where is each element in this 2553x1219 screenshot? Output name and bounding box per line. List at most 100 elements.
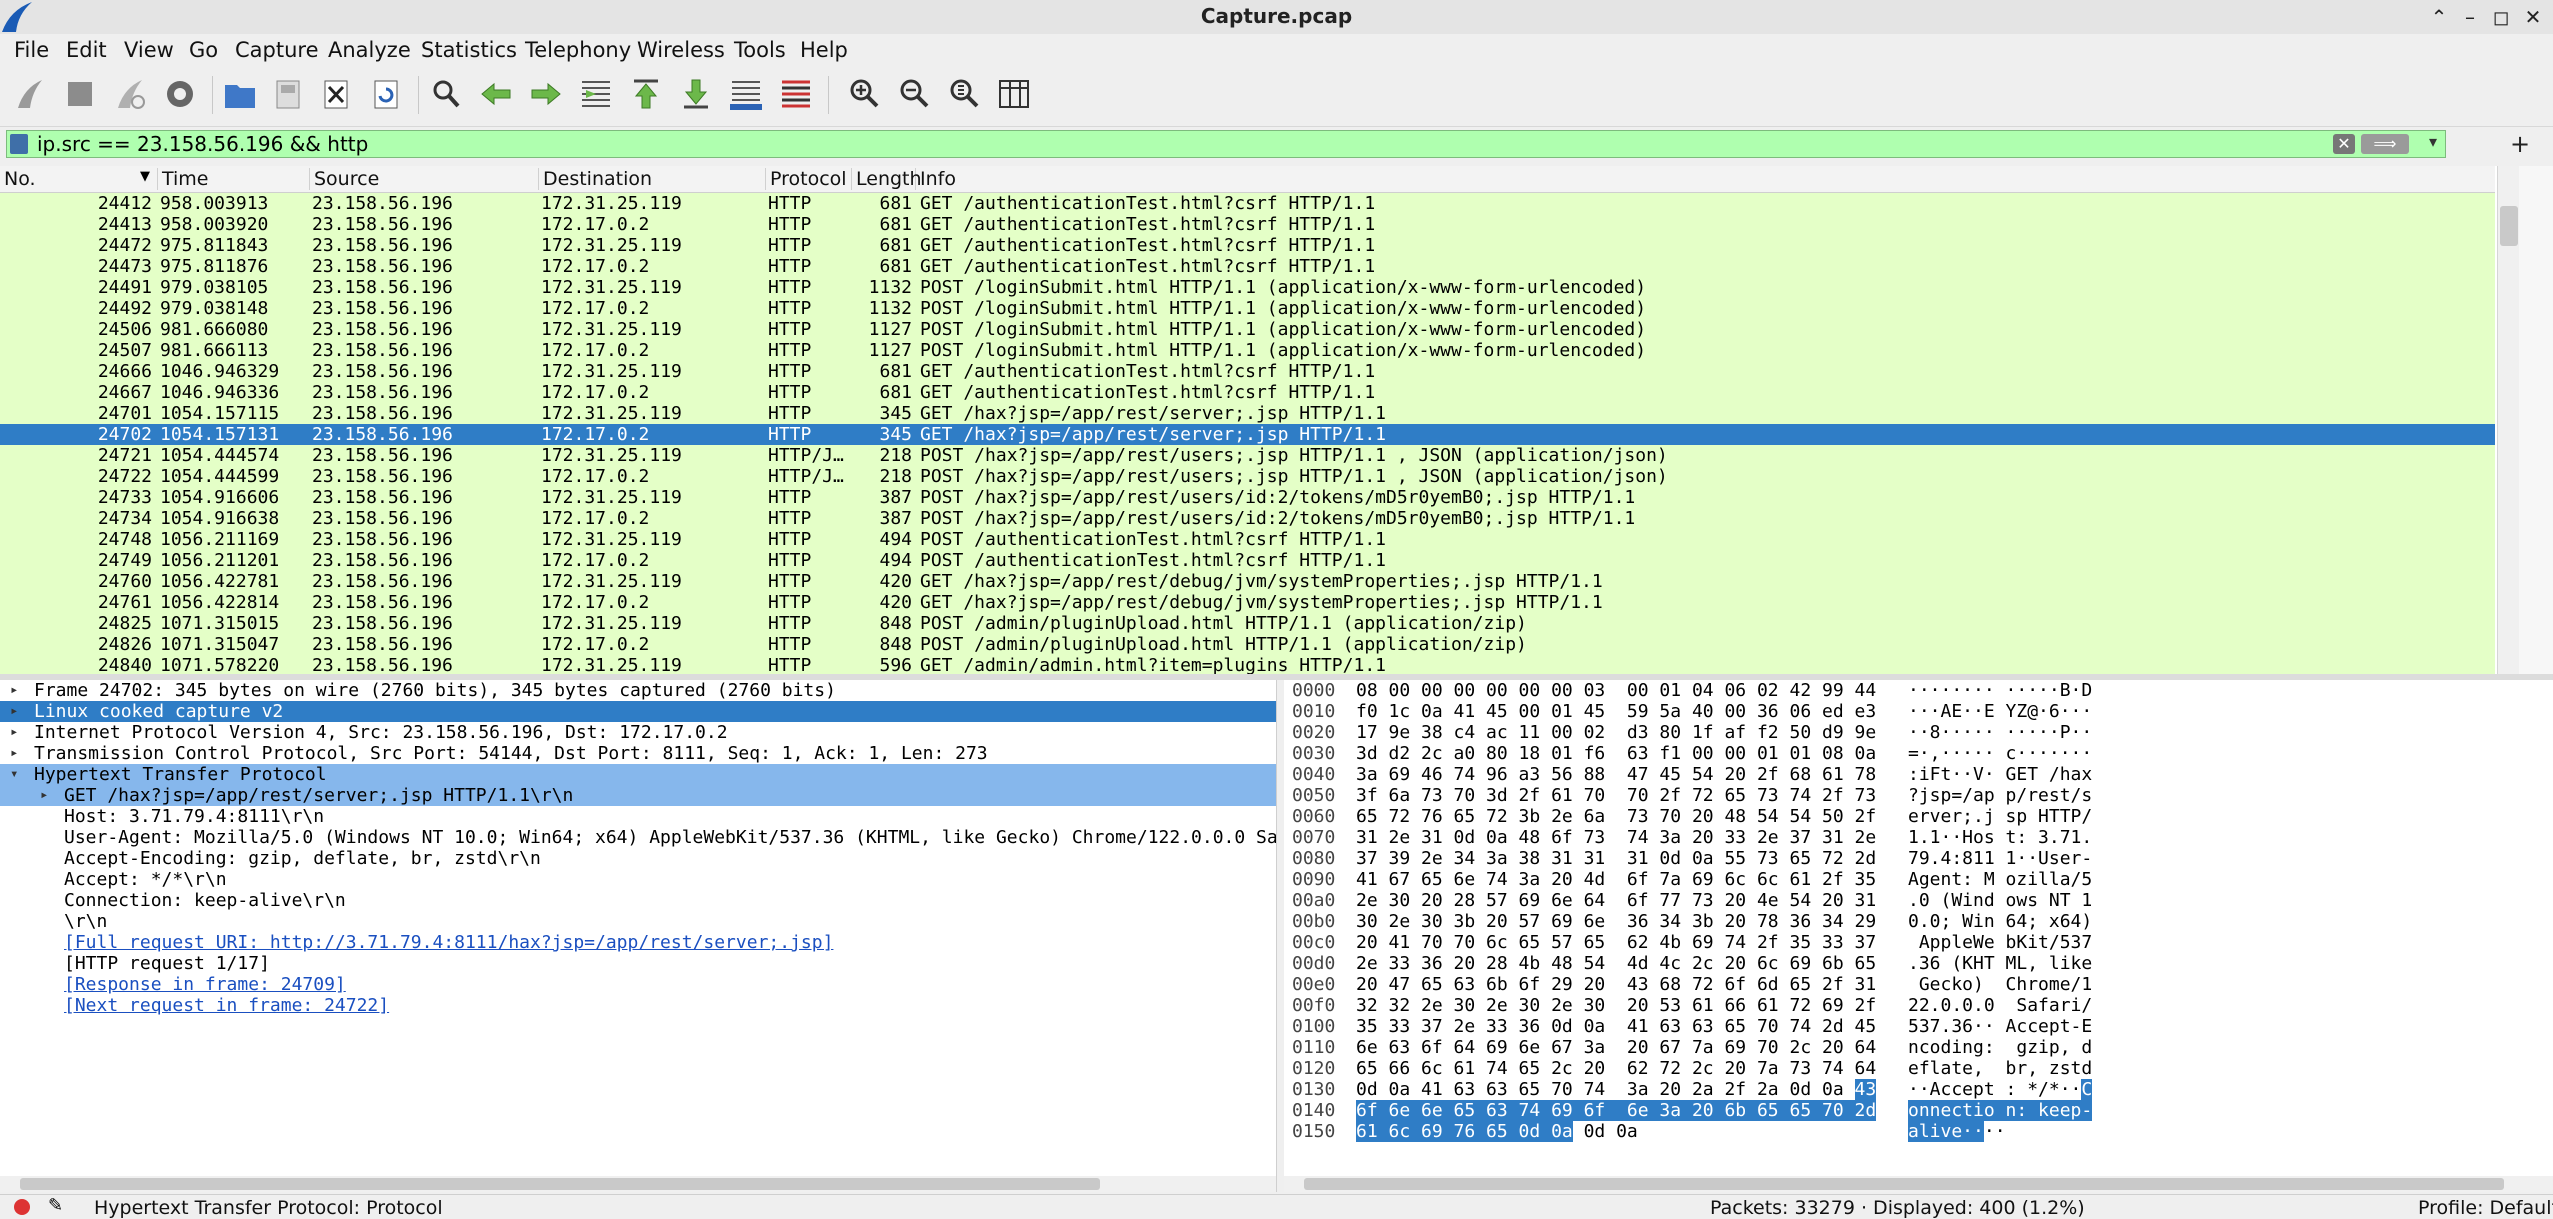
status-profile[interactable]: Profile: Default bbox=[2418, 1197, 2553, 1219]
ascii-bytes[interactable]: .36 (KHT ML, like bbox=[1908, 953, 2092, 974]
hex-bytes[interactable]: 61 6c 69 76 65 0d 0a 0d 0a bbox=[1356, 1121, 1638, 1142]
restart-capture-icon[interactable] bbox=[110, 74, 150, 114]
hex-bytes[interactable]: 37 39 2e 34 3a 38 31 31 31 0d 0a 55 73 6… bbox=[1356, 848, 1876, 869]
menu-go[interactable]: Go bbox=[189, 38, 218, 62]
ascii-bytes[interactable]: Gecko) Chrome/1 bbox=[1908, 974, 2092, 995]
packet-row[interactable]: 24413 958.003920 23.158.56.196 172.17.0.2 HT… bbox=[0, 214, 2495, 235]
detail-item[interactable]: Accept-Encoding: gzip, deflate, br, zstd… bbox=[0, 848, 1276, 869]
hex-bytes[interactable]: 3d d2 2c a0 80 18 01 f6 63 f1 00 00 01 0… bbox=[1356, 743, 1876, 764]
hex-bytes[interactable]: 6f 6e 6e 65 63 74 69 6f 6e 3a 20 6b 65 6… bbox=[1356, 1100, 1877, 1121]
ascii-bytes[interactable]: 537.36·· Accept-E bbox=[1908, 1016, 2092, 1037]
display-filter-input[interactable]: ip.src == 23.158.56.196 && http ✕ ⟹ ▾ bbox=[6, 130, 2446, 158]
ascii-bytes[interactable]: =·,····· c······· bbox=[1908, 743, 2092, 764]
detail-item[interactable]: [HTTP request 1/17] bbox=[0, 953, 1276, 974]
packet-row[interactable]: 24840 1071.578220 23.158.56.196 172.31.25.1… bbox=[0, 655, 2495, 676]
maximize-button[interactable]: ◻ bbox=[2486, 2, 2516, 32]
menu-help[interactable]: Help bbox=[800, 38, 848, 62]
edit-comment-icon[interactable]: ✎ bbox=[48, 1195, 63, 1216]
detail-item[interactable]: Connection: keep-alive\r\n bbox=[0, 890, 1276, 911]
start-capture-icon[interactable] bbox=[10, 74, 50, 114]
collapsed-arrow-icon[interactable]: ▸ bbox=[10, 722, 18, 743]
packet-row[interactable]: 24666 1046.946329 23.158.56.196 172.31.25.1… bbox=[0, 361, 2495, 382]
packet-row[interactable]: 24472 975.811843 23.158.56.196 172.31.25.11… bbox=[0, 235, 2495, 256]
ascii-bytes[interactable]: erver;.j sp HTTP/ bbox=[1908, 806, 2092, 827]
collapsed-arrow-icon[interactable]: ▸ bbox=[10, 743, 18, 764]
detail-item[interactable]: ▸ Internet Protocol Version 4, Src: 23.15… bbox=[0, 722, 1276, 743]
ascii-bytes[interactable]: ···AE··E YZ@·6··· bbox=[1908, 701, 2092, 722]
detail-item[interactable]: ▸ GET /hax?jsp=/app/rest/server;.jsp HTTP… bbox=[0, 785, 1276, 806]
find-packet-icon[interactable] bbox=[426, 74, 466, 114]
ascii-bytes[interactable]: eflate, br, zstd bbox=[1908, 1058, 2092, 1079]
detail-item[interactable]: Accept: */*\r\n bbox=[0, 869, 1276, 890]
scrollbar-thumb[interactable] bbox=[20, 1178, 1100, 1190]
hex-bytes[interactable]: f0 1c 0a 41 45 00 01 45 59 5a 40 00 36 0… bbox=[1356, 701, 1876, 722]
packet-row[interactable]: 24506 981.666080 23.158.56.196 172.31.25.11… bbox=[0, 319, 2495, 340]
scrollbar-thumb[interactable] bbox=[2500, 206, 2518, 246]
hex-bytes[interactable]: 20 47 65 63 6b 6f 29 20 43 68 72 6f 6d 6… bbox=[1356, 974, 1876, 995]
ascii-bytes[interactable]: :iFt··V· GET /hax bbox=[1908, 764, 2092, 785]
detail-item[interactable]: User-Agent: Mozilla/5.0 (Windows NT 10.0… bbox=[0, 827, 1276, 848]
collapsed-arrow-icon[interactable]: ▸ bbox=[40, 785, 48, 806]
collapse-icon[interactable]: ⌃ bbox=[2424, 2, 2454, 32]
packet-row[interactable]: 24507 981.666113 23.158.56.196 172.17.0.2 HT… bbox=[0, 340, 2495, 361]
auto-scroll-icon[interactable] bbox=[726, 74, 766, 114]
go-forward-icon[interactable] bbox=[526, 74, 566, 114]
save-file-icon[interactable] bbox=[268, 74, 308, 114]
clear-filter-icon[interactable]: ✕ bbox=[2333, 134, 2355, 154]
detail-item[interactable]: \r\n bbox=[0, 911, 1276, 932]
details-hscrollbar[interactable] bbox=[0, 1176, 1276, 1192]
collapsed-arrow-icon[interactable]: ▸ bbox=[10, 680, 18, 701]
close-file-icon[interactable] bbox=[316, 74, 356, 114]
zoom-in-icon[interactable] bbox=[844, 74, 884, 114]
menu-file[interactable]: File bbox=[14, 38, 49, 62]
go-first-packet-icon[interactable] bbox=[626, 74, 666, 114]
hex-bytes[interactable]: 6e 63 6f 64 69 6e 67 3a 20 67 7a 69 70 2… bbox=[1356, 1037, 1876, 1058]
menu-tools[interactable]: Tools bbox=[734, 38, 786, 62]
packet-row[interactable]: 24491 979.038105 23.158.56.196 172.31.25.11… bbox=[0, 277, 2495, 298]
packet-row[interactable]: 24702 1054.157131 23.158.56.196 172.17.0.2 H… bbox=[0, 424, 2495, 445]
packet-minimap[interactable] bbox=[2519, 166, 2553, 674]
hex-bytes[interactable]: 31 2e 31 0d 0a 48 6f 73 74 3a 20 33 2e 3… bbox=[1356, 827, 1876, 848]
hex-bytes[interactable]: 17 9e 38 c4 ac 11 00 02 d3 80 1f af f2 5… bbox=[1356, 722, 1876, 743]
hex-bytes[interactable]: 35 33 37 2e 33 36 0d 0a 41 63 63 65 70 7… bbox=[1356, 1016, 1876, 1037]
go-back-icon[interactable] bbox=[476, 74, 516, 114]
packet-row[interactable]: 24760 1056.422781 23.158.56.196 172.31.25.1… bbox=[0, 571, 2495, 592]
menu-edit[interactable]: Edit bbox=[66, 38, 107, 62]
packet-row[interactable]: 24826 1071.315047 23.158.56.196 172.17.0.2 H… bbox=[0, 634, 2495, 655]
hex-bytes[interactable]: 3a 69 46 74 96 a3 56 88 47 45 54 20 2f 6… bbox=[1356, 764, 1876, 785]
hex-bytes[interactable]: 30 2e 30 3b 20 57 69 6e 36 34 3b 20 78 3… bbox=[1356, 911, 1876, 932]
packet-row[interactable]: 24721 1054.444574 23.158.56.196 172.31.25.1… bbox=[0, 445, 2495, 466]
ascii-bytes[interactable]: ··Accept : */*··C bbox=[1908, 1079, 2093, 1100]
go-last-packet-icon[interactable] bbox=[676, 74, 716, 114]
menu-view[interactable]: View bbox=[124, 38, 174, 62]
hex-bytes[interactable]: 65 66 6c 61 74 65 2c 20 62 72 2c 20 7a 7… bbox=[1356, 1058, 1876, 1079]
hex-bytes[interactable]: 2e 33 36 20 28 4b 48 54 4d 4c 2c 20 6c 6… bbox=[1356, 953, 1876, 974]
ascii-bytes[interactable]: 0.0; Win 64; x64) bbox=[1908, 911, 2092, 932]
ascii-bytes[interactable]: alive···· bbox=[1908, 1121, 2006, 1142]
ascii-bytes[interactable]: 79.4:811 1··User- bbox=[1908, 848, 2092, 869]
detail-item[interactable]: [Full request URI: http://3.71.79.4:8111… bbox=[0, 932, 1276, 953]
open-file-icon[interactable] bbox=[220, 74, 260, 114]
add-filter-button-icon[interactable]: + bbox=[2510, 130, 2530, 158]
packet-row[interactable]: 24473 975.811876 23.158.56.196 172.17.0.2 HT… bbox=[0, 256, 2495, 277]
collapsed-arrow-icon[interactable]: ▸ bbox=[10, 701, 18, 722]
hex-bytes[interactable]: 32 32 2e 30 2e 30 2e 30 20 53 61 66 61 7… bbox=[1356, 995, 1876, 1016]
detail-item[interactable]: [Response in frame: 24709] bbox=[0, 974, 1276, 995]
ascii-bytes[interactable]: Agent: M ozilla/5 bbox=[1908, 869, 2092, 890]
packet-list-scrollbar[interactable] bbox=[2497, 166, 2520, 674]
ascii-bytes[interactable]: 22.0.0.0 Safari/ bbox=[1908, 995, 2092, 1016]
hex-bytes[interactable]: 20 41 70 70 6c 65 57 65 62 4b 69 74 2f 3… bbox=[1356, 932, 1876, 953]
ascii-bytes[interactable]: onnectio n: keep- bbox=[1908, 1100, 2093, 1121]
capture-options-icon[interactable] bbox=[160, 74, 200, 114]
expanded-arrow-icon[interactable]: ▾ bbox=[10, 764, 18, 785]
col-time[interactable]: Time bbox=[158, 168, 310, 190]
hex-bytes[interactable]: 08 00 00 00 00 00 00 03 00 01 04 06 02 4… bbox=[1356, 680, 1876, 701]
menu-capture[interactable]: Capture bbox=[235, 38, 319, 62]
bytes-hscrollbar[interactable] bbox=[1284, 1176, 2553, 1192]
menu-analyze[interactable]: Analyze bbox=[328, 38, 411, 62]
detail-item[interactable]: ▸ Frame 24702: 345 bytes on wire (2760 bi… bbox=[0, 680, 1276, 701]
detail-text[interactable]: [Response in frame: 24709] bbox=[64, 974, 346, 995]
detail-item[interactable]: ▾ Hypertext Transfer Protocol bbox=[0, 764, 1276, 785]
hex-bytes[interactable]: 3f 6a 73 70 3d 2f 61 70 70 2f 72 65 73 7… bbox=[1356, 785, 1876, 806]
hex-bytes[interactable]: 41 67 65 6e 74 3a 20 4d 6f 7a 69 6c 6c 6… bbox=[1356, 869, 1876, 890]
